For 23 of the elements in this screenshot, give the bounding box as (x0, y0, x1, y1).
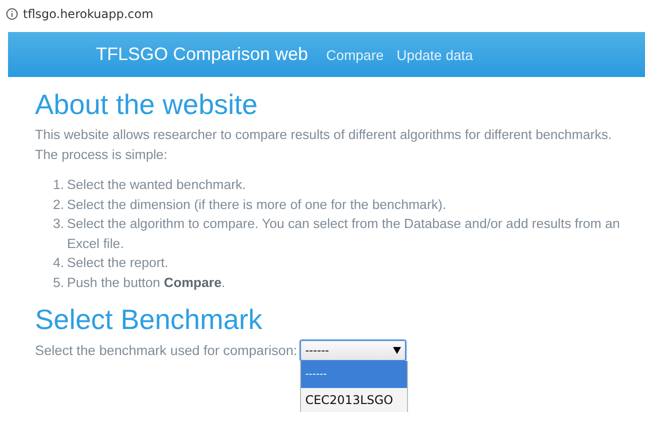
dropdown-option[interactable]: CEC2013LSGO (301, 388, 408, 412)
list-number: 1. (53, 176, 66, 194)
dropdown-option[interactable]: ------ (301, 361, 408, 388)
step-text: Push the button Compare. (67, 274, 226, 292)
list-number: 4. (53, 254, 66, 272)
step-text: Select the report. (67, 254, 168, 272)
brand-link[interactable]: TFLSGO Comparison web (96, 44, 308, 65)
section-heading: About the website (35, 89, 259, 121)
list-number: 5. (53, 274, 66, 292)
field-label: Select the benchmark used for comparison: (35, 343, 298, 358)
list-number: 2. (53, 196, 66, 214)
nav-link[interactable]: Compare (326, 46, 384, 62)
step-text: Select the dimension (if there is more of one for the benchmark). (67, 196, 446, 214)
caret-icon (393, 347, 402, 354)
info-icon[interactable] (6, 8, 18, 20)
section-heading: Select Benchmark (35, 304, 264, 336)
step-text: Select the algorithm to compare. You can select from the Database and/or add results from an Excel file. (67, 215, 621, 252)
intro-paragraph: This website allows researcher to compare results of different algorithms for different benchmarks. The process is simple: (35, 126, 613, 164)
nav-link[interactable]: Update data (396, 46, 473, 62)
step-text: Select the wanted benchmark. (67, 176, 246, 194)
list-number: 3. (53, 215, 66, 233)
url-text[interactable]: tflsgo.herokuapp.com (23, 7, 154, 21)
benchmark-dropdown[interactable]: ------ (300, 340, 406, 361)
